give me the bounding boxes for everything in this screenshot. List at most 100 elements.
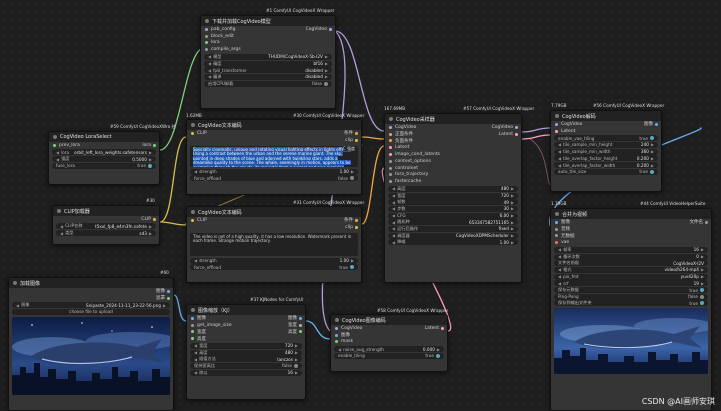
arrow-right-icon[interactable]: ▶ xyxy=(351,258,354,263)
input-slot[interactable]: 音频 xyxy=(551,226,711,233)
input-slot[interactable]: 高度 xyxy=(187,335,305,342)
number-widget[interactable]: ◀ noise_aug_strength 0.000 ▶ xyxy=(334,346,444,353)
node-header[interactable]: CogVideo采样器 xyxy=(385,114,521,124)
io-slot[interactable]: CogVideo Latent xyxy=(331,325,447,332)
output-dot-icon[interactable] xyxy=(153,217,156,221)
arrow-right-icon[interactable]: ▶ xyxy=(351,169,354,174)
arrow-right-icon[interactable]: ▶ xyxy=(325,61,328,66)
toggle-knob-icon[interactable] xyxy=(294,363,298,368)
node-load-image[interactable]: 加载图像 图像 遮罩 ◀ 图像 Snipaste_2024-11-11_23-22-… xyxy=(8,277,174,411)
arrow-right-icon[interactable]: ▶ xyxy=(437,347,440,352)
combo-widget[interactable]: ◀ 运行后操作 fixed ▶ xyxy=(388,225,518,232)
text-widget[interactable]: 文件名前缀 CogVideoX-I2V xyxy=(554,260,708,267)
arrow-left-icon[interactable]: ◀ xyxy=(60,231,63,236)
output-dot-icon[interactable] xyxy=(355,138,358,142)
node-header[interactable]: 加载图像 xyxy=(9,278,173,288)
output-slot[interactable]: clip xyxy=(187,137,361,144)
toggle-knob-icon[interactable] xyxy=(324,81,328,86)
arrow-left-icon[interactable]: ◀ xyxy=(194,357,197,362)
number-widget[interactable]: ◀ 高度 480 ▶ xyxy=(388,185,518,192)
combo-widget[interactable]: ◀ pix_fmt yuv420p ▶ xyxy=(554,273,708,280)
arrow-left-icon[interactable]: ◀ xyxy=(60,224,63,229)
number-widget[interactable]: ◀ 宽度 720 ▶ xyxy=(190,342,302,349)
toggle-widget[interactable]: 保持宽高比 false xyxy=(190,362,302,369)
toggle-widget[interactable]: enable_tiling true xyxy=(334,352,444,359)
toggle-widget[interactable]: 保存元数据 true xyxy=(554,287,708,293)
input-slot[interactable]: block_edit xyxy=(201,33,335,40)
node-header[interactable]: 图像缩放（KJ） xyxy=(187,305,305,315)
combo-widget[interactable]: ◀ 图像 Snipaste_2024-11-11_23-22-56.png ▶ xyxy=(12,302,170,309)
input-slot[interactable]: 元数据 xyxy=(551,233,711,240)
arrow-left-icon[interactable]: ◀ xyxy=(194,370,197,375)
arrow-left-icon[interactable]: ◀ xyxy=(208,54,211,59)
output-dot-icon[interactable] xyxy=(299,330,302,334)
output-dot-icon[interactable] xyxy=(355,218,358,222)
arrow-left-icon[interactable]: ◀ xyxy=(558,267,561,272)
output-dot-icon[interactable] xyxy=(167,296,170,300)
collapse-dot-icon[interactable] xyxy=(555,212,559,216)
arrow-left-icon[interactable]: ◀ xyxy=(392,220,395,225)
toggle-knob-icon[interactable] xyxy=(700,301,704,306)
arrow-right-icon[interactable]: ▶ xyxy=(295,370,298,375)
arrow-left-icon[interactable]: ◀ xyxy=(558,281,561,286)
combo-widget[interactable]: ◀ 模型 THUDM/CogVideoX-5b-I2V ▶ xyxy=(204,53,332,60)
number-widget[interactable]: ◀ 步数 30 ▶ xyxy=(388,205,518,212)
collapse-dot-icon[interactable] xyxy=(191,210,195,214)
io-slot[interactable]: 图像 图像 xyxy=(187,315,305,322)
toggle-knob-icon[interactable] xyxy=(350,176,354,181)
arrow-left-icon[interactable]: ◀ xyxy=(558,254,561,259)
arrow-left-icon[interactable]: ◀ xyxy=(392,200,395,205)
arrow-right-icon[interactable]: ▶ xyxy=(511,220,514,225)
toggle-widget[interactable]: force_offload false xyxy=(190,175,358,182)
collapse-dot-icon[interactable] xyxy=(205,19,209,23)
input-slot[interactable]: mask xyxy=(331,339,447,346)
arrow-right-icon[interactable]: ▶ xyxy=(149,231,152,236)
node-video-combine[interactable]: 合并为视频 图像 文件名 音频 元数据 vae ◀ 帧率 16 ▶ ◀ 循环次数 0 ▶ 文件… xyxy=(550,208,712,411)
node-clip-loader[interactable]: CLIP加载器 CLIP ◀ CLIP名称 t5xxl_fp8_e4m3fn.saf… xyxy=(52,205,160,245)
arrow-right-icon[interactable]: ▶ xyxy=(295,350,298,355)
number-widget[interactable]: ◀ 强度 0.5000 ▶ xyxy=(52,156,156,163)
output-dot-icon[interactable] xyxy=(705,220,708,224)
node-header[interactable]: CogVideo解码 xyxy=(551,111,661,121)
toggle-widget[interactable]: Ping-Pong false xyxy=(554,293,708,300)
arrow-left-icon[interactable]: ◀ xyxy=(194,169,197,174)
node-header[interactable]: 合并为视频 xyxy=(551,209,711,219)
arrow-left-icon[interactable]: ◀ xyxy=(558,149,561,154)
input-slot[interactable]: lora xyxy=(201,40,335,47)
collapse-dot-icon[interactable] xyxy=(191,123,195,127)
toggle-widget[interactable]: 启用CPU卸载 false xyxy=(204,80,332,87)
node-header[interactable]: 下载并加载CogVideo模型 xyxy=(201,16,335,26)
node-image-resize[interactable]: 图像缩放（KJ） 图像 图像 get_image_size 宽度 宽度 高度 高度 ◀… xyxy=(186,304,306,400)
input-slot[interactable]: fastercache xyxy=(385,178,521,185)
number-widget[interactable]: ◀ crf 19 ▶ xyxy=(554,280,708,287)
toggle-widget[interactable]: auto_tile_size true xyxy=(554,168,658,175)
arrow-left-icon[interactable]: ◀ xyxy=(392,186,395,191)
arrow-right-icon[interactable]: ▶ xyxy=(651,142,654,147)
output-dot-icon[interactable] xyxy=(299,316,302,320)
number-widget[interactable]: ◀ 除以 16 ▶ xyxy=(190,369,302,376)
number-widget[interactable]: ◀ strength 1.00 ▶ xyxy=(190,257,358,264)
arrow-right-icon[interactable]: ▶ xyxy=(511,206,514,211)
collapse-dot-icon[interactable] xyxy=(555,114,559,118)
input-slot[interactable]: context_options xyxy=(385,158,521,165)
arrow-left-icon[interactable]: ◀ xyxy=(558,247,561,252)
collapse-dot-icon[interactable] xyxy=(335,318,339,322)
combo-widget[interactable]: ◀ 类型 sd3 ▶ xyxy=(56,230,156,237)
output-dot-icon[interactable] xyxy=(355,225,358,229)
io-slot[interactable]: CLIP 条件 xyxy=(187,217,361,224)
number-widget[interactable]: ◀ 循环次数 0 ▶ xyxy=(554,253,708,260)
node-header[interactable]: CogVideo LoraSelect xyxy=(49,132,159,142)
combo-widget[interactable]: ◀ 精度 bf16 ▶ xyxy=(204,60,332,67)
arrow-left-icon[interactable]: ◀ xyxy=(392,213,395,218)
arrow-right-icon[interactable]: ▶ xyxy=(325,54,328,59)
node-text-encode-negative[interactable]: CogVideo文本编码 CLIP 条件 clip The video is no… xyxy=(186,206,362,283)
output-dot-icon[interactable] xyxy=(355,131,358,135)
output-dot-icon[interactable] xyxy=(515,125,518,129)
collapse-dot-icon[interactable] xyxy=(389,117,393,121)
node-text-encode-positive[interactable]: CogVideo文本编码 CLIP 条件 clip Specially cinem… xyxy=(186,119,362,195)
arrow-left-icon[interactable]: ◀ xyxy=(558,163,561,168)
node-image-encode[interactable]: CogVideo图像编码 CogVideo Latent 图像 mask ◀ noi… xyxy=(330,314,448,372)
combo-widget[interactable]: ◀ fp8_transformer disabled ▶ xyxy=(204,67,332,74)
toggle-knob-icon[interactable] xyxy=(650,169,654,174)
input-slot[interactable]: vae xyxy=(551,239,711,246)
